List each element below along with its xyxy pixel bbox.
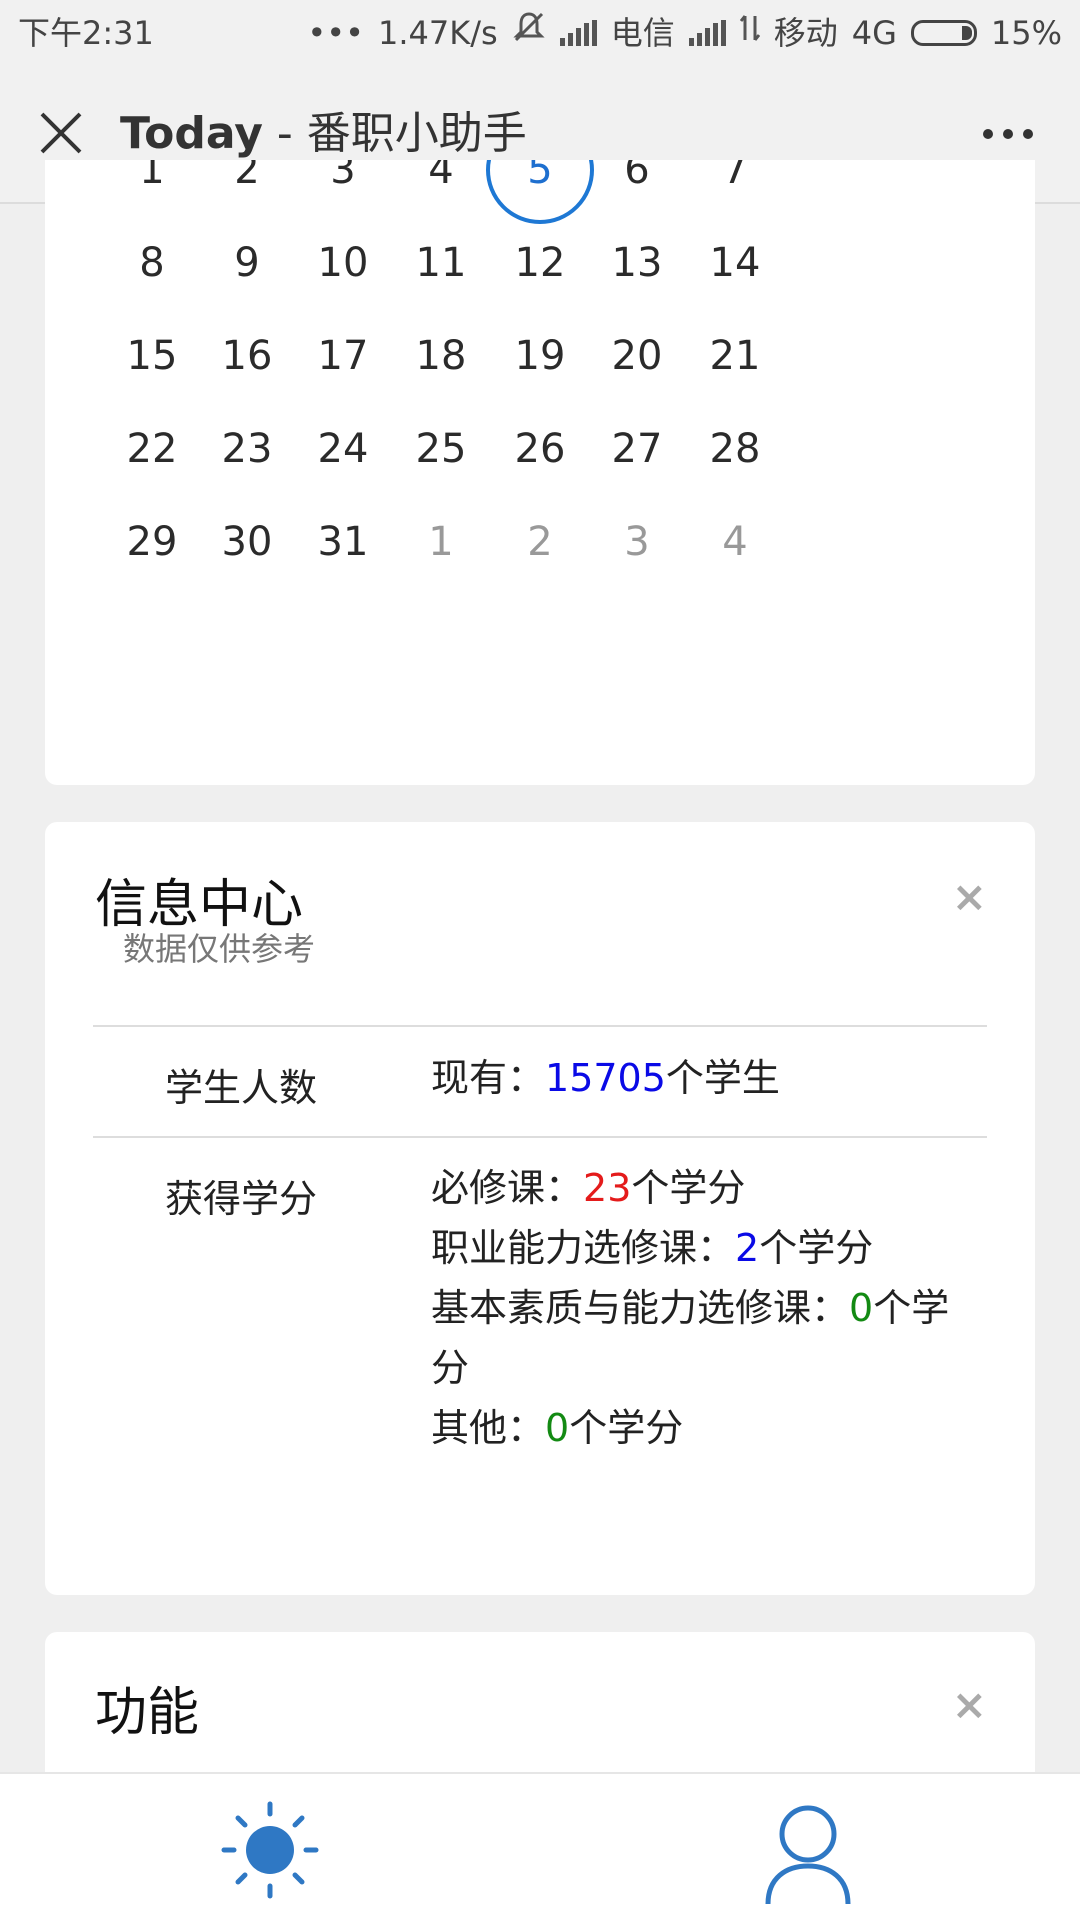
students-label: 学生人数 bbox=[165, 1066, 318, 1110]
calendar-day[interactable]: 7 bbox=[680, 160, 790, 200]
students-suffix: 个学生 bbox=[665, 1056, 780, 1100]
data-arrows-icon bbox=[739, 0, 760, 66]
tab-bar bbox=[0, 1772, 1080, 1920]
calendar-day[interactable]: 3 bbox=[582, 512, 692, 572]
info-center-card: 信息中心 数据仅供参考 × 学生人数 现有：15705个学生 获得学分 必修课：… bbox=[45, 822, 1035, 1595]
calendar-day[interactable]: 4 bbox=[680, 512, 790, 572]
calendar-day[interactable]: 16 bbox=[192, 326, 302, 386]
calendar-day[interactable]: 26 bbox=[485, 419, 595, 479]
title-rest: - 番职小助手 bbox=[262, 108, 527, 159]
calendar-week: 29 30 31 1 2 3 4 bbox=[45, 512, 1035, 572]
divider bbox=[93, 1136, 987, 1138]
calendar-day[interactable]: 23 bbox=[192, 419, 302, 479]
calendar-day[interactable]: 3 bbox=[288, 160, 398, 200]
credit-basic-value: 0 bbox=[849, 1286, 874, 1330]
battery-percent: 15% bbox=[990, 14, 1062, 52]
signal-icon-2 bbox=[688, 20, 726, 46]
calendar-day[interactable]: 10 bbox=[288, 233, 398, 293]
calendar-day[interactable]: 27 bbox=[582, 419, 692, 479]
calendar-week: 15 16 17 18 19 20 21 bbox=[45, 326, 1035, 386]
calendar-week: 8 9 10 11 12 13 14 bbox=[45, 233, 1035, 293]
credit-other: 其他：0个学分 bbox=[431, 1406, 684, 1450]
calendar-day[interactable]: 24 bbox=[288, 419, 398, 479]
calendar-day[interactable]: 20 bbox=[582, 326, 692, 386]
calendar-day[interactable]: 31 bbox=[288, 512, 398, 572]
status-speed: 1.47K/s bbox=[378, 14, 498, 52]
calendar-day[interactable]: 1 bbox=[386, 512, 496, 572]
calendar-day[interactable]: 22 bbox=[97, 419, 207, 479]
calendar-day[interactable]: 6 bbox=[582, 160, 692, 200]
close-icon[interactable] bbox=[36, 108, 86, 158]
credit-required-value: 23 bbox=[583, 1166, 632, 1210]
calendar-day[interactable]: 11 bbox=[386, 233, 496, 293]
status-bar: 下午2:31 ••• 1.47K/s 电信 移动 4G 15% bbox=[0, 0, 1080, 66]
more-icon[interactable] bbox=[978, 122, 1038, 146]
credit-required: 必修课：23个学分 bbox=[431, 1166, 746, 1210]
calendar-day[interactable]: 29 bbox=[97, 512, 207, 572]
status-dots: ••• bbox=[307, 14, 364, 52]
calendar-day[interactable]: 2 bbox=[485, 512, 595, 572]
sun-icon[interactable] bbox=[220, 1800, 320, 1900]
credits-value: 必修课：23个学分 职业能力选修课：2个学分 基本素质与能力选修课：0个学分 其… bbox=[431, 1158, 971, 1458]
calendar-day[interactable]: 19 bbox=[485, 326, 595, 386]
calendar-day[interactable]: 17 bbox=[288, 326, 398, 386]
calendar-card: 1 2 3 4 5 6 7 8 9 10 11 12 13 14 15 16 17 18 19 20 21 22 23 24 2… bbox=[45, 160, 1035, 785]
credits-label: 获得学分 bbox=[165, 1177, 318, 1221]
functions-close-icon[interactable]: × bbox=[952, 1684, 987, 1726]
students-count: 15705 bbox=[545, 1056, 666, 1100]
calendar-day[interactable]: 4 bbox=[386, 160, 496, 200]
divider bbox=[93, 1025, 987, 1027]
user-icon[interactable] bbox=[758, 1800, 858, 1910]
calendar-day[interactable]: 12 bbox=[485, 233, 595, 293]
calendar-day[interactable]: 15 bbox=[97, 326, 207, 386]
calendar-day[interactable]: 9 bbox=[192, 233, 302, 293]
credit-career: 职业能力选修课：2个学分 bbox=[431, 1226, 874, 1270]
credit-other-value: 0 bbox=[545, 1406, 570, 1450]
calendar-day[interactable]: 25 bbox=[386, 419, 496, 479]
calendar-week: 1234567 bbox=[45, 160, 1035, 200]
app-screen: 下午2:31 ••• 1.47K/s 电信 移动 4G 15% Today - … bbox=[0, 0, 1080, 1920]
info-close-icon[interactable]: × bbox=[952, 876, 987, 918]
calendar-day-today[interactable]: 5 bbox=[485, 160, 595, 200]
carrier1-label: 电信 bbox=[610, 14, 675, 52]
calendar-day[interactable]: 8 bbox=[97, 233, 207, 293]
calendar-day[interactable]: 21 bbox=[680, 326, 790, 386]
calendar-day[interactable]: 1 bbox=[97, 160, 207, 200]
credit-career-value: 2 bbox=[735, 1226, 760, 1270]
calendar-day[interactable]: 14 bbox=[680, 233, 790, 293]
functions-title: 功能 bbox=[95, 1683, 200, 1743]
calendar-day[interactable]: 13 bbox=[582, 233, 692, 293]
title-bold: Today bbox=[120, 108, 263, 159]
calendar-day[interactable]: 30 bbox=[192, 512, 302, 572]
battery-icon bbox=[910, 20, 977, 46]
signal-icon bbox=[559, 20, 597, 46]
status-time: 下午2:31 bbox=[18, 14, 154, 52]
students-value: 现有：15705个学生 bbox=[431, 1048, 971, 1108]
calendar-week: 22 23 24 25 26 27 28 bbox=[45, 419, 1035, 479]
credit-basic: 基本素质与能力选修课：0个学分 bbox=[431, 1286, 950, 1390]
mute-icon bbox=[512, 0, 546, 66]
calendar-day[interactable]: 18 bbox=[386, 326, 496, 386]
info-center-subtitle: 数据仅供参考 bbox=[123, 930, 316, 968]
students-prefix: 现有： bbox=[431, 1056, 546, 1100]
calendar-day[interactable]: 28 bbox=[680, 419, 790, 479]
network-label: 4G bbox=[851, 14, 897, 52]
carrier2-label: 移动 bbox=[773, 14, 838, 52]
calendar-day[interactable]: 2 bbox=[192, 160, 302, 200]
